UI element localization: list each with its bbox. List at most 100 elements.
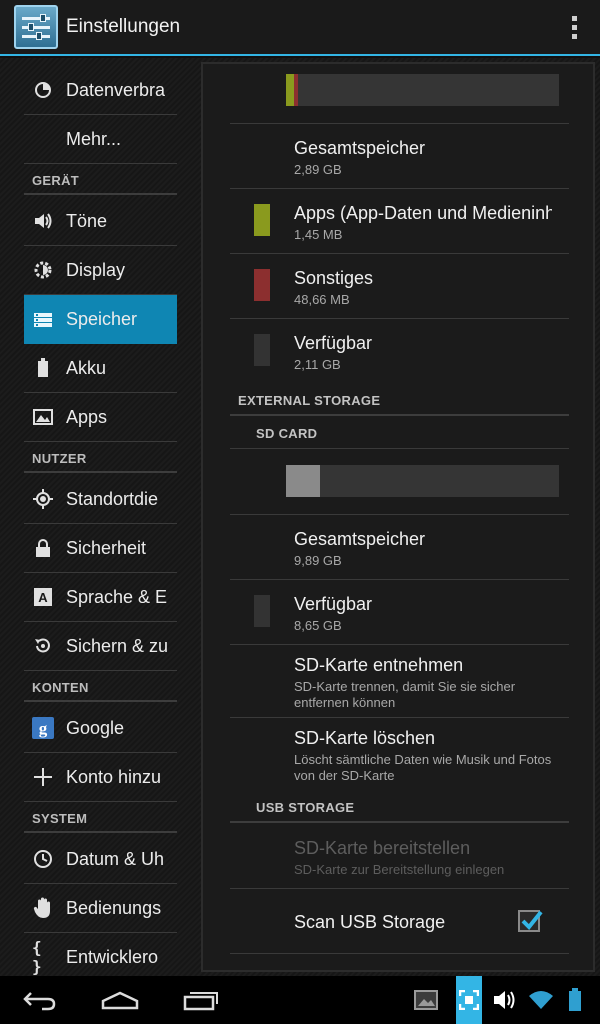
scan-usb-checkbox[interactable] — [518, 910, 543, 932]
internal-total-title: Gesamtspeicher — [294, 138, 426, 158]
sidebar-item-label: Sicherheit — [66, 537, 147, 558]
app-title: Einstellungen — [66, 16, 181, 37]
sidebar-item-security[interactable]: Sicherheit — [24, 524, 177, 573]
sidebar-item-label: Bedienungs — [66, 897, 162, 918]
sidebar-item-label: Mehr... — [66, 128, 122, 149]
settings-app-icon[interactable] — [14, 5, 58, 49]
braces-icon: { } — [32, 938, 42, 976]
system-navigation-bar — [0, 976, 600, 1024]
sd-free-color-swatch — [254, 595, 270, 627]
sidebar-item-label: Google — [66, 717, 125, 738]
sidebar-item-accessibility[interactable]: Bedienungs — [24, 884, 177, 933]
storage-detail-pane: Gesamtspeicher 2,89 GB Apps (App-Daten u… — [201, 62, 595, 972]
sidebar-item-label: Töne — [66, 210, 108, 231]
sidebar-item-label: Akku — [66, 357, 107, 378]
location-icon — [32, 488, 54, 510]
clock-icon — [32, 848, 54, 870]
sd-card-header: SD CARD — [256, 426, 318, 441]
brightness-icon — [32, 259, 54, 281]
hand-icon — [32, 897, 54, 919]
lock-icon — [32, 537, 54, 559]
internal-free-title: Verfügbar — [294, 333, 373, 353]
erase-sd-title: SD-Karte löschen — [294, 728, 436, 748]
internal-free-value: 2,11 GB — [294, 357, 341, 372]
sidebar-item-label: Apps — [66, 406, 108, 427]
sd-free-title: Verfügbar — [294, 594, 373, 614]
backup-icon — [32, 635, 54, 657]
sidebar-header-system: SYSTEM — [32, 811, 88, 826]
sidebar-item-display[interactable]: Display — [24, 246, 177, 295]
internal-apps-title: Apps (App-Daten und Medieninh — [294, 203, 552, 223]
sidebar-item-backup[interactable]: Sichern & zu — [24, 622, 177, 671]
sidebar-item-label: Speicher — [66, 309, 138, 329]
battery-status-icon — [564, 976, 586, 1024]
sidebar-item-label: Sichern & zu — [66, 635, 169, 656]
external-storage-header: EXTERNAL STORAGE — [238, 393, 381, 408]
sidebar-item-label: Entwicklero — [66, 946, 159, 967]
internal-other-title: Sonstiges — [294, 268, 374, 288]
sidebar-item-more[interactable]: Mehr... — [24, 115, 177, 164]
usb-storage-header: USB STORAGE — [256, 800, 355, 815]
back-icon — [23, 992, 56, 1011]
sidebar-item-developer[interactable]: { } Entwicklero — [24, 933, 177, 976]
sidebar-item-label: Display — [66, 259, 126, 280]
unmount-sd-title: SD-Karte entnehmen — [294, 655, 464, 675]
sidebar-header-accounts: KONTEN — [32, 680, 89, 695]
sidebar-item-label: Sprache & E — [66, 586, 168, 607]
free-color-swatch — [254, 334, 270, 366]
battery-icon — [32, 357, 54, 379]
erase-sd-summary: Löscht sämtliche Daten wie Musik und Fot… — [294, 752, 552, 783]
other-color-swatch — [254, 269, 270, 301]
sidebar-item-date-time[interactable]: Datum & Uh — [24, 835, 177, 884]
overflow-menu-icon[interactable] — [554, 7, 594, 47]
sd-usage-bar — [286, 465, 559, 497]
volume-icon — [32, 210, 54, 232]
wifi-icon — [526, 976, 556, 1024]
volume-status-icon[interactable] — [490, 976, 520, 1024]
sd-total-value: 9,89 GB — [294, 553, 342, 568]
back-button[interactable] — [15, 976, 65, 1024]
scan-usb-title: Scan USB Storage — [294, 912, 446, 932]
add-icon — [32, 766, 54, 788]
svg-text:A: A — [38, 590, 48, 605]
sidebar-item-label: Konto hinzu — [66, 766, 162, 787]
sd-free-value: 8,65 GB — [294, 618, 342, 633]
gallery-notification-icon[interactable] — [412, 976, 440, 1024]
internal-apps-value: 1,45 MB — [294, 227, 343, 242]
checkmark-icon — [521, 910, 543, 930]
svg-text:g: g — [39, 719, 48, 738]
mount-sd-summary: SD-Karte zur Bereitstellung einlegen — [294, 862, 505, 877]
sidebar-header-user: NUTZER — [32, 451, 87, 466]
sd-total-title: Gesamtspeicher — [294, 529, 426, 549]
internal-other-value: 48,66 MB — [294, 292, 350, 307]
usage-segment-used — [286, 465, 320, 497]
apps-icon — [32, 406, 54, 428]
sidebar-item-location[interactable]: Standortdie — [24, 475, 177, 524]
screenshot-icon[interactable] — [456, 976, 482, 1024]
usage-segment-apps — [286, 74, 294, 106]
sidebar-item-google[interactable]: g Google — [24, 704, 177, 753]
sidebar-item-language[interactable]: A Sprache & E — [24, 573, 177, 622]
sidebar-header-device: GERÄT — [32, 173, 79, 188]
sidebar-item-label: Standortdie — [66, 488, 159, 509]
sidebar-item-label: Datenverbra — [66, 79, 166, 100]
sidebar-item-data-usage[interactable]: Datenverbra — [24, 66, 177, 115]
sidebar-item-label: Datum & Uh — [66, 848, 165, 869]
home-button[interactable] — [95, 976, 145, 1024]
google-icon: g — [32, 717, 54, 739]
sidebar-item-add-account[interactable]: Konto hinzu — [24, 753, 177, 802]
sidebar-item-storage[interactable]: Speicher — [24, 295, 177, 344]
storage-icon — [32, 309, 54, 331]
unmount-sd-summary: SD-Karte trennen, damit Sie sie sicher e… — [294, 679, 516, 710]
language-icon: A — [32, 586, 54, 608]
recent-apps-button[interactable] — [176, 976, 226, 1024]
action-bar: Einstellungen — [0, 0, 600, 56]
recent-apps-icon — [183, 992, 218, 1011]
sidebar-item-apps[interactable]: Apps — [24, 393, 177, 442]
internal-total-value: 2,89 GB — [294, 162, 342, 177]
pie-chart-icon — [32, 79, 54, 101]
sidebar-item-battery[interactable]: Akku — [24, 344, 177, 393]
settings-sidebar: Datenverbra Mehr... GERÄT Töne Display S… — [0, 58, 200, 976]
home-icon — [101, 991, 139, 1010]
sidebar-item-sounds[interactable]: Töne — [24, 197, 177, 246]
